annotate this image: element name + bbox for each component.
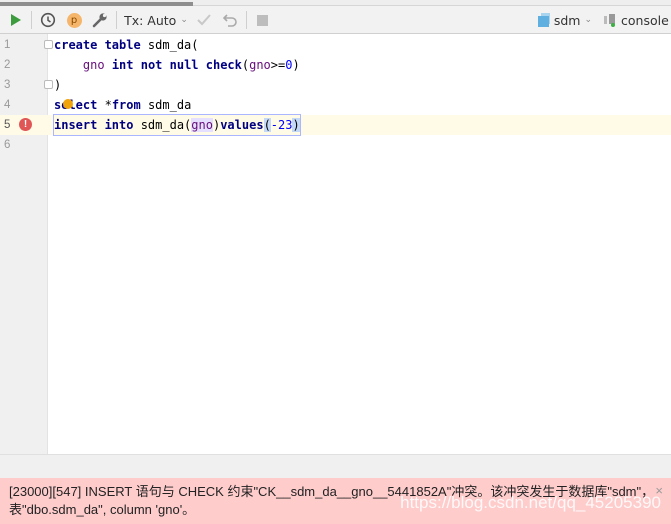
code-token: insert into bbox=[54, 118, 134, 132]
divider bbox=[31, 11, 32, 29]
code-text: gno int not null check(gno>=0) bbox=[54, 55, 300, 75]
line-number: 4 bbox=[4, 99, 11, 111]
fold-icon[interactable] bbox=[44, 40, 53, 49]
line-number: 1 bbox=[4, 39, 11, 51]
sql-editor[interactable]: 1 create table sdm_da(2 gno int not null … bbox=[0, 34, 671, 454]
divider bbox=[246, 11, 247, 29]
code-token: select bbox=[54, 98, 98, 112]
code-text: select *from sdm_da bbox=[54, 95, 191, 115]
fold-icon[interactable] bbox=[44, 80, 53, 89]
code-token: -23 bbox=[270, 118, 293, 132]
code-token: * bbox=[97, 98, 112, 112]
line-number: 3 bbox=[4, 79, 11, 91]
chevron-down-icon: ⌄ bbox=[180, 15, 188, 25]
console-dropdown[interactable]: console bbox=[604, 6, 671, 34]
commit-button[interactable] bbox=[194, 6, 214, 34]
code-text: insert into sdm_da(gno)values(-23) bbox=[53, 114, 301, 136]
error-panel: [23000][547] INSERT 语句与 CHECK 约束"CK__sdm… bbox=[0, 478, 671, 524]
code-line[interactable]: 4 select *from sdm_da bbox=[0, 95, 671, 115]
history-button[interactable] bbox=[38, 6, 58, 34]
tx-mode-dropdown[interactable]: Tx: Auto ⌄ bbox=[124, 6, 188, 34]
datasource-dropdown[interactable]: sdm ⌄ bbox=[538, 6, 592, 34]
code-text: ) bbox=[54, 75, 61, 95]
code-token: sdm_da( bbox=[140, 38, 199, 52]
undo-icon bbox=[223, 14, 237, 27]
settings-button[interactable] bbox=[90, 6, 110, 34]
console-icon bbox=[604, 14, 615, 27]
code-text: create table sdm_da( bbox=[54, 35, 199, 55]
chevron-down-icon: ⌄ bbox=[584, 15, 592, 25]
tx-mode-label: Tx: Auto bbox=[124, 12, 177, 28]
play-icon bbox=[11, 14, 21, 26]
code-line[interactable]: 5! insert into sdm_da(gno)values(-23) bbox=[0, 114, 671, 136]
code-token: ) bbox=[292, 58, 300, 72]
line-number: 2 bbox=[4, 59, 11, 71]
line-number: 6 bbox=[4, 139, 11, 151]
console-label: console bbox=[621, 12, 669, 28]
lightbulb-icon[interactable] bbox=[63, 99, 73, 109]
code-token: create table bbox=[54, 38, 141, 52]
code-token: from bbox=[111, 98, 141, 112]
code-line[interactable]: 1 create table sdm_da( bbox=[0, 35, 671, 55]
stop-icon bbox=[256, 14, 268, 26]
code-token: int not null check bbox=[111, 58, 242, 72]
profile-button[interactable]: p bbox=[64, 6, 84, 34]
code-token: ) bbox=[54, 78, 62, 92]
code-token: values bbox=[220, 118, 264, 132]
clock-icon bbox=[40, 12, 56, 28]
toolbar: p Tx: Auto ⌄ sdm ⌄ console bbox=[0, 6, 671, 34]
code-token: gno bbox=[249, 58, 271, 72]
code-line[interactable]: 6 bbox=[0, 135, 671, 155]
code-token: ( bbox=[263, 118, 271, 132]
datasource-label: sdm bbox=[553, 12, 581, 28]
divider bbox=[116, 11, 117, 29]
line-number: 5 bbox=[4, 119, 11, 131]
code-token: sdm_da( bbox=[133, 118, 192, 132]
code-token: gno bbox=[82, 58, 105, 72]
wrench-icon bbox=[92, 13, 107, 28]
stop-button[interactable] bbox=[252, 6, 272, 34]
code-token: gno bbox=[191, 118, 213, 132]
code-line[interactable]: 2 gno int not null check(gno>=0) bbox=[0, 55, 671, 75]
rollback-button[interactable] bbox=[220, 6, 240, 34]
watermark: https://blog.csdn.net/qq_45205390 bbox=[400, 493, 661, 512]
code-token: >= bbox=[270, 58, 286, 72]
error-icon[interactable]: ! bbox=[19, 118, 32, 131]
profile-icon: p bbox=[66, 12, 82, 28]
check-icon bbox=[197, 14, 211, 26]
code-token: ) bbox=[292, 118, 300, 132]
run-button[interactable] bbox=[6, 6, 26, 34]
code-token: sdm_da bbox=[140, 98, 192, 112]
status-area bbox=[0, 454, 671, 478]
database-icon bbox=[538, 13, 550, 27]
code-line[interactable]: 3) bbox=[0, 75, 671, 95]
